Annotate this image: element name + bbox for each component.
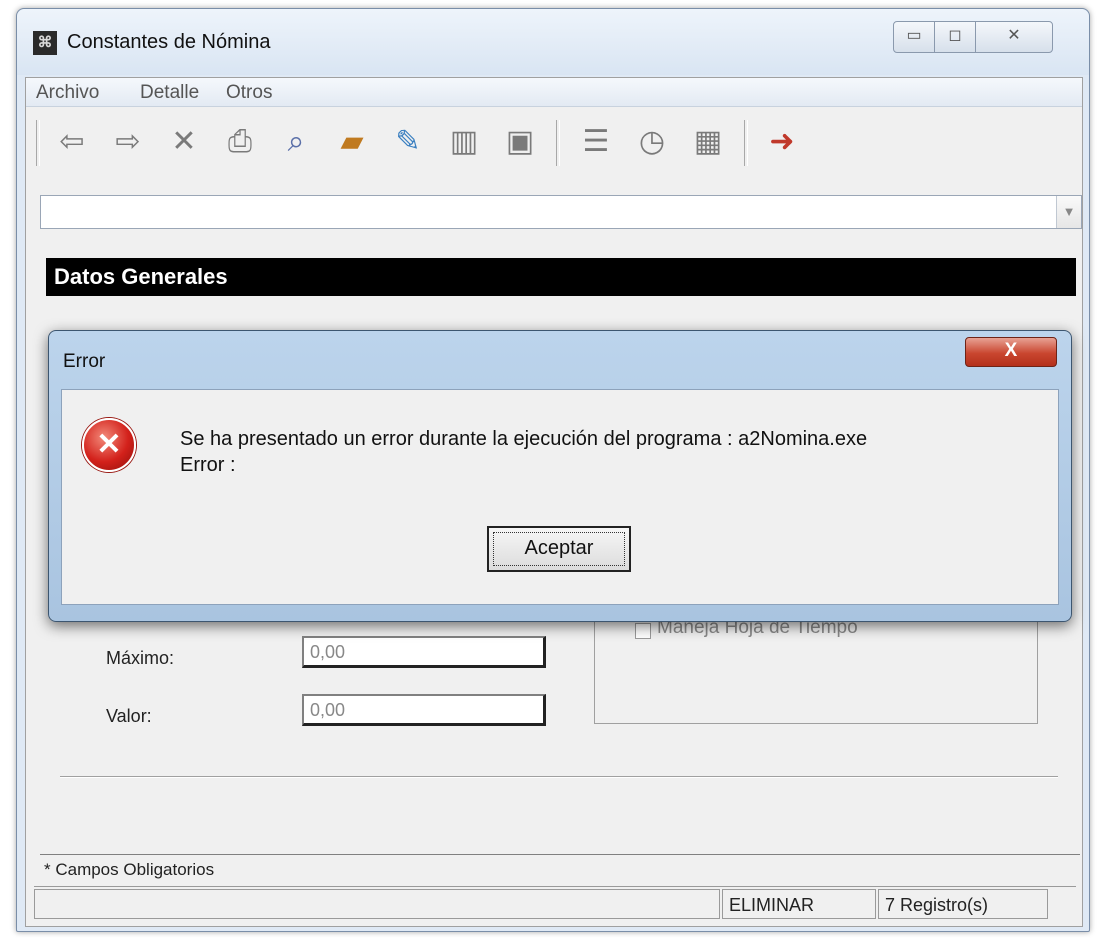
- error-message-line2: Error :: [180, 454, 236, 476]
- valor-field[interactable]: 0,00: [302, 694, 546, 726]
- edit-icon[interactable]: ✎: [390, 122, 426, 162]
- toolbar: ⇦ ⇨ ✕ ⎙ ⌕ ▰ ✎ ▥ ▣ ☰ ◷ ▦ ➜: [26, 108, 1082, 198]
- minimize-icon: ▭: [906, 27, 922, 44]
- forward-arrow-icon[interactable]: ⇨: [110, 122, 146, 162]
- error-icon: ✕: [82, 418, 136, 472]
- status-records: 7 Registro(s): [878, 889, 1048, 919]
- back-arrow-icon[interactable]: ⇦: [54, 122, 90, 162]
- divider: [60, 776, 1058, 778]
- dialog-close-button[interactable]: X: [965, 337, 1057, 367]
- trash-icon[interactable]: ▥: [446, 122, 482, 162]
- hoja-tiempo-checkbox[interactable]: [635, 623, 651, 639]
- maximo-label: Máximo:: [106, 648, 175, 668]
- search-icon[interactable]: ⌕: [278, 122, 314, 162]
- content-border: [40, 854, 1080, 855]
- menu-detalle[interactable]: Detalle: [140, 82, 199, 104]
- maximize-button[interactable]: ◻: [934, 21, 976, 53]
- maximo-field[interactable]: 0,00: [302, 636, 546, 668]
- chevron-down-icon[interactable]: ▼: [1056, 196, 1081, 228]
- app-icon: ⌘: [33, 31, 57, 55]
- error-message-line1: Se ha presentado un error durante la eje…: [180, 428, 868, 450]
- print-icon[interactable]: ⎙: [222, 122, 258, 162]
- dialog-title: Error: [63, 351, 106, 372]
- toolbar-separator: [36, 120, 40, 166]
- menu-otros[interactable]: Otros: [226, 82, 272, 104]
- status-mode: ELIMINAR: [722, 889, 876, 919]
- options-groupbox: Maneja Hoja de Tiempo: [594, 608, 1038, 724]
- save-icon[interactable]: ▣: [502, 122, 538, 162]
- menu-bar: Archivo Detalle Otros: [26, 78, 1082, 107]
- maximize-icon: ◻: [948, 27, 962, 44]
- toolbar-separator: [744, 120, 748, 166]
- section-header: Datos Generales: [46, 258, 1076, 296]
- close-window-button[interactable]: ✕: [975, 21, 1053, 53]
- report-icon[interactable]: ☰: [578, 122, 614, 162]
- title-bar[interactable]: ⌘ Constantes de Nómina ▭ ◻ ✕: [17, 9, 1089, 75]
- error-dialog: Error X ✕ Se ha presentado un error dura…: [48, 330, 1072, 622]
- record-combo[interactable]: ▼: [40, 195, 1082, 229]
- dialog-body: ✕ Se ha presentado un error durante la e…: [61, 389, 1059, 605]
- toolbar-separator: [556, 120, 560, 166]
- close-icon: X: [1004, 340, 1018, 361]
- calculator-icon[interactable]: ▦: [690, 122, 726, 162]
- open-folder-icon[interactable]: ▰: [334, 122, 370, 162]
- status-bar: ELIMINAR 7 Registro(s): [34, 886, 1076, 921]
- minimize-button[interactable]: ▭: [893, 21, 935, 53]
- required-fields-note: * Campos Obligatorios: [44, 860, 215, 879]
- delete-x-icon[interactable]: ✕: [166, 122, 202, 162]
- close-icon: ✕: [1007, 27, 1021, 44]
- status-panel-empty: [34, 889, 720, 919]
- document-settings-icon[interactable]: ◷: [634, 122, 670, 162]
- menu-archivo[interactable]: Archivo: [36, 82, 99, 104]
- window-title: Constantes de Nómina: [67, 31, 271, 53]
- valor-label: Valor:: [106, 706, 152, 726]
- accept-button[interactable]: Aceptar: [487, 526, 631, 572]
- accept-button-label: Aceptar: [524, 537, 594, 559]
- exit-door-icon[interactable]: ➜: [764, 122, 800, 162]
